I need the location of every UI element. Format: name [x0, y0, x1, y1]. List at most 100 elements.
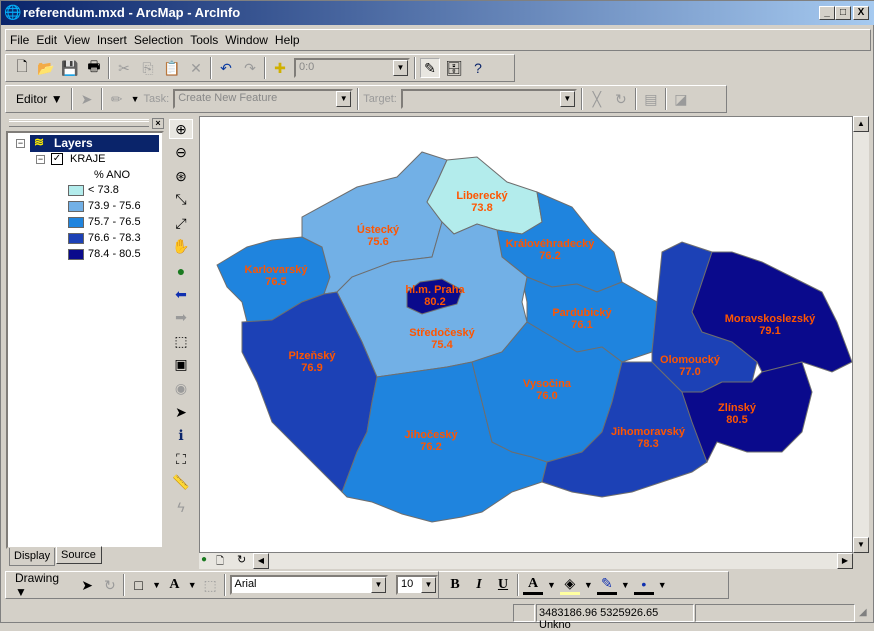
bold-button[interactable]: B	[445, 575, 465, 595]
legend-swatch[interactable]	[68, 233, 84, 244]
chevron-down-icon[interactable]: ▼	[393, 60, 408, 76]
fixed-zoom-out-icon[interactable]: ⤢	[169, 213, 193, 233]
target-combo[interactable]: ▼	[400, 89, 577, 109]
line-color-icon[interactable]: ✎	[596, 575, 617, 595]
zoom-in-icon[interactable]: ⊕	[169, 119, 193, 139]
chevron-down-icon[interactable]: ▼	[621, 580, 630, 590]
identify-icon[interactable]: ℹ	[169, 426, 193, 446]
maximize-button[interactable]: □	[835, 6, 851, 20]
chevron-down-icon[interactable]: ▼	[584, 580, 593, 590]
scroll-left-icon[interactable]: ◀	[253, 553, 269, 569]
fill-color-icon[interactable]: ◈	[559, 575, 580, 595]
arccatalog-icon[interactable]: 🗄	[444, 58, 464, 78]
back-arrow-icon[interactable]: ⬅	[169, 284, 193, 304]
measure-icon[interactable]: 📏	[169, 473, 193, 493]
menu-help[interactable]: Help	[271, 30, 303, 47]
toc-grip[interactable]	[9, 119, 149, 127]
map-display[interactable]: Karlovarský 76.5 Ústecký 75.6 Liberecký 73.8 K…	[199, 116, 853, 553]
menu-selection[interactable]: Selection	[130, 30, 186, 47]
drawing-menu[interactable]: Drawing ▼	[12, 571, 74, 599]
delete-icon[interactable]: ✕	[186, 58, 206, 78]
edit-vertices-icon[interactable]: ⬚	[201, 575, 220, 595]
vertical-scrollbar[interactable]: ▲ ▼	[853, 116, 869, 553]
chevron-down-icon[interactable]: ▼	[131, 94, 140, 104]
menu-insert[interactable]: Insert	[93, 30, 130, 47]
font-size-combo[interactable]: 10 ▼	[396, 575, 438, 595]
select-elements-icon[interactable]: ▣	[169, 355, 193, 375]
new-icon[interactable]: 🗋	[12, 58, 32, 78]
map-scale-combo[interactable]: 0:0 ▼	[294, 58, 410, 78]
toc-close-icon[interactable]: ×	[152, 118, 164, 129]
sketch-properties-icon[interactable]: ◪	[671, 89, 691, 109]
save-icon[interactable]: 💾	[60, 58, 80, 78]
legend-swatch[interactable]	[68, 185, 84, 196]
tab-display[interactable]: Display	[9, 548, 55, 566]
scroll-up-icon[interactable]: ▲	[853, 116, 869, 132]
refresh-icon[interactable]: ↻	[237, 553, 246, 566]
layer-name[interactable]: KRAJE	[70, 153, 105, 165]
font-combo[interactable]: Arial ▼	[229, 575, 389, 595]
underline-button[interactable]: U	[493, 575, 513, 595]
legend-swatch[interactable]	[68, 217, 84, 228]
open-icon[interactable]: 📂	[36, 58, 56, 78]
forward-arrow-icon[interactable]: ➡	[169, 308, 193, 328]
editor-toolbar-icon[interactable]: ✎	[420, 58, 440, 78]
chevron-down-icon[interactable]: ▼	[658, 580, 667, 590]
legend-swatch[interactable]	[68, 249, 84, 260]
resize-grip-icon[interactable]: ◢	[859, 607, 867, 618]
tab-source[interactable]: Source	[56, 546, 102, 564]
attributes-icon[interactable]: ▤	[641, 89, 661, 109]
menu-view[interactable]: View	[60, 30, 93, 47]
menu-window[interactable]: Window	[221, 30, 271, 47]
select-elements-pointer-icon[interactable]: ➤	[78, 575, 97, 595]
new-text-icon[interactable]: A	[165, 575, 184, 595]
pointer-icon[interactable]: ➤	[169, 402, 193, 422]
chevron-down-icon[interactable]: ▼	[547, 580, 556, 590]
collapse-icon[interactable]: −	[16, 139, 25, 148]
horizontal-scrollbar[interactable]: ● 🗋 ↻ ◀ ▶	[199, 553, 853, 569]
fixed-zoom-icon[interactable]: ⊛	[169, 166, 193, 186]
chevron-down-icon[interactable]: ▼	[188, 580, 197, 590]
scroll-right-icon[interactable]: ▶	[837, 553, 853, 569]
chevron-down-icon[interactable]: ▼	[559, 91, 575, 107]
chevron-down-icon[interactable]: ▼	[371, 577, 387, 593]
fixed-zoom-in-icon[interactable]: ⤡	[169, 190, 193, 210]
choropleth-map[interactable]: Karlovarský76.5 Ústecký75.6 Liberecký73.8 K…	[200, 117, 854, 554]
whats-this-help-icon[interactable]: ?	[468, 58, 488, 78]
editor-menu[interactable]: Editor ▼	[12, 92, 67, 106]
layout-view-icon[interactable]: 🗋	[216, 554, 224, 571]
zoom-out-icon[interactable]: ⊖	[169, 143, 193, 163]
rotate-icon[interactable]: ↻	[100, 575, 119, 595]
scroll-down-icon[interactable]: ▼	[853, 537, 869, 553]
minimize-button[interactable]: _	[819, 6, 835, 20]
cut-icon[interactable]: ✂	[114, 58, 134, 78]
menu-file[interactable]: File	[6, 30, 32, 47]
data-view-icon[interactable]: ●	[201, 554, 207, 565]
paste-icon[interactable]: 📋	[162, 58, 182, 78]
close-button[interactable]: X	[853, 6, 869, 20]
find-binoculars-icon[interactable]: ⛶	[169, 449, 193, 469]
chevron-down-icon[interactable]: ▼	[152, 580, 161, 590]
copy-icon[interactable]: ⎘	[138, 58, 158, 78]
rectangle-icon[interactable]: □	[129, 575, 148, 595]
legend-swatch[interactable]	[68, 201, 84, 212]
sketch-tool-icon[interactable]: ✏	[107, 89, 127, 109]
menu-tools[interactable]: Tools	[186, 30, 221, 47]
chevron-down-icon[interactable]: ▼	[336, 91, 352, 107]
italic-button[interactable]: I	[469, 575, 489, 595]
task-combo[interactable]: Create New Feature ▼	[173, 89, 354, 109]
layer-visibility-checkbox[interactable]: ✓	[51, 153, 63, 165]
layers-data-frame[interactable]: ≋ Layers	[30, 135, 159, 152]
collapse-icon[interactable]: −	[36, 155, 45, 164]
redo-icon[interactable]: ↷	[240, 58, 260, 78]
undo-icon[interactable]: ↶	[216, 58, 236, 78]
split-tool-icon[interactable]: ╳	[587, 89, 607, 109]
font-color-icon[interactable]: A	[523, 575, 543, 595]
pan-hand-icon[interactable]: ✋	[169, 237, 193, 257]
rotate-tool-icon[interactable]: ↻	[611, 89, 631, 109]
chevron-down-icon[interactable]: ▼	[420, 577, 436, 593]
full-extent-globe-icon[interactable]: ●	[169, 261, 193, 281]
select-features-icon[interactable]: ⬚	[169, 331, 193, 351]
edit-tool-icon[interactable]: ➤	[77, 89, 97, 109]
marker-color-icon[interactable]: •	[633, 575, 654, 595]
